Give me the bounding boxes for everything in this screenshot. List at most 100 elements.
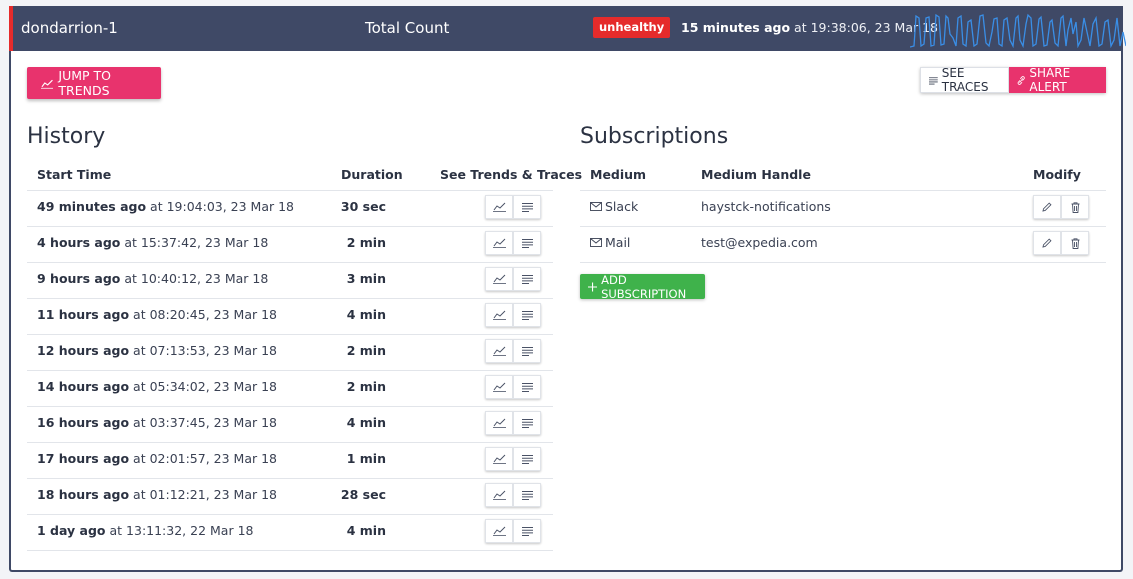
history-start-relative: 16 hours ago	[37, 415, 130, 430]
trends-button[interactable]	[485, 339, 513, 363]
link-icon	[1017, 75, 1025, 85]
subscription-medium: Mail	[590, 235, 630, 250]
plus-icon	[588, 281, 598, 292]
alert-name: dondarrion-1	[21, 19, 118, 37]
trends-icon	[492, 382, 506, 392]
traces-button[interactable]	[513, 375, 541, 399]
history-row-actions	[485, 231, 541, 255]
trends-button[interactable]	[485, 519, 513, 543]
sparkline-chart	[910, 13, 1126, 48]
trends-icon	[41, 79, 54, 89]
traces-icon	[521, 526, 533, 536]
history-start-time: 16 hours ago at 03:37:45, 23 Mar 18	[37, 415, 277, 430]
edit-subscription-button[interactable]	[1033, 195, 1061, 219]
history-start-relative: 4 hours ago	[37, 235, 121, 250]
history-start-relative: 18 hours ago	[37, 487, 130, 502]
history-title: History	[27, 124, 106, 149]
subscription-medium-label: Mail	[605, 235, 631, 250]
history-start-absolute: at 01:12:21, 23 Mar 18	[129, 487, 277, 502]
history-col-start-time: Start Time	[37, 167, 112, 182]
history-start-relative: 1 day ago	[37, 523, 106, 538]
subs-col-medium: Medium	[590, 167, 647, 182]
traces-icon	[521, 346, 533, 356]
see-traces-button[interactable]: SEE TRACES	[920, 66, 1009, 94]
traces-button[interactable]	[513, 447, 541, 471]
history-start-relative: 49 minutes ago	[37, 199, 147, 214]
trends-button[interactable]	[485, 483, 513, 507]
history-start-absolute: at 07:13:53, 23 Mar 18	[129, 343, 277, 358]
history-row-actions	[485, 195, 541, 219]
trends-button[interactable]	[485, 411, 513, 435]
history-start-time: 14 hours ago at 05:34:02, 23 Mar 18	[37, 379, 277, 394]
delete-subscription-button[interactable]	[1061, 195, 1089, 219]
history-row-actions	[485, 483, 541, 507]
alert-timestamp: 15 minutes ago at 19:38:06, 23 Mar 18	[681, 20, 938, 35]
trends-button[interactable]	[485, 267, 513, 291]
add-subscription-button[interactable]: ADD SUBSCRIPTION	[580, 272, 705, 301]
jump-to-trends-label: JUMP TO TRENDS	[58, 68, 111, 98]
traces-button[interactable]	[513, 231, 541, 255]
history-duration: 4 min	[346, 523, 386, 538]
traces-button[interactable]	[513, 303, 541, 327]
traces-icon	[521, 490, 533, 500]
traces-button[interactable]	[513, 483, 541, 507]
history-row: 9 hours ago at 10:40:12, 23 Mar 18 3 min	[27, 262, 553, 298]
see-traces-label: SEE TRACES	[941, 66, 989, 94]
history-start-time: 9 hours ago at 10:40:12, 23 Mar 18	[37, 271, 268, 286]
history-row-actions	[485, 447, 541, 471]
subscription-handle: test@expedia.com	[701, 235, 818, 250]
pencil-icon	[1042, 202, 1052, 212]
traces-button[interactable]	[513, 195, 541, 219]
row-divider	[580, 262, 1106, 263]
history-duration: 3 min	[346, 271, 386, 286]
history-start-absolute: at 05:34:02, 23 Mar 18	[129, 379, 277, 394]
history-col-trends-traces: See Trends & Traces	[440, 167, 583, 182]
history-row-actions	[485, 339, 541, 363]
history-start-time: 12 hours ago at 07:13:53, 23 Mar 18	[37, 343, 277, 358]
history-duration: 1 min	[346, 451, 386, 466]
history-duration: 2 min	[346, 379, 386, 394]
history-start-absolute: at 03:37:45, 23 Mar 18	[129, 415, 277, 430]
share-alert-button[interactable]: SHARE ALERT	[1009, 66, 1106, 94]
envelope-icon	[590, 202, 602, 211]
traces-icon	[929, 76, 938, 84]
history-row: 1 day ago at 13:11:32, 22 Mar 18 4 min	[27, 514, 553, 550]
traces-icon	[521, 310, 533, 320]
history-start-absolute: at 02:01:57, 23 Mar 18	[129, 451, 277, 466]
subscriptions-title: Subscriptions	[580, 124, 729, 149]
history-row: 14 hours ago at 05:34:02, 23 Mar 18 2 min	[27, 370, 553, 406]
edit-subscription-button[interactable]	[1033, 231, 1061, 255]
trash-icon	[1071, 237, 1080, 249]
delete-subscription-button[interactable]	[1061, 231, 1089, 255]
trends-icon	[492, 454, 506, 464]
history-start-time: 17 hours ago at 02:01:57, 23 Mar 18	[37, 451, 277, 466]
history-row: 11 hours ago at 08:20:45, 23 Mar 18 4 min	[27, 298, 553, 334]
jump-to-trends-button[interactable]: JUMP TO TRENDS	[27, 67, 161, 99]
history-start-relative: 14 hours ago	[37, 379, 130, 394]
subscription-row: Mail test@expedia.com	[580, 226, 1106, 262]
add-subscription-label: ADD SUBSCRIPTION	[601, 272, 687, 301]
row-divider	[27, 550, 553, 551]
history-duration: 2 min	[346, 343, 386, 358]
history-duration: 4 min	[346, 307, 386, 322]
trends-icon	[492, 310, 506, 320]
subs-col-modify: Modify	[1033, 167, 1081, 182]
status-badge: unhealthy	[593, 17, 671, 38]
traces-icon	[521, 202, 533, 212]
trends-button[interactable]	[485, 231, 513, 255]
subscription-medium-label: Slack	[605, 199, 639, 214]
traces-button[interactable]	[513, 411, 541, 435]
pencil-icon	[1042, 238, 1052, 248]
envelope-icon	[590, 238, 602, 247]
trends-button[interactable]	[485, 195, 513, 219]
traces-button[interactable]	[513, 267, 541, 291]
trends-button[interactable]	[485, 375, 513, 399]
traces-button[interactable]	[513, 339, 541, 363]
history-row-actions	[485, 375, 541, 399]
history-row: 49 minutes ago at 19:04:03, 23 Mar 18 30 …	[27, 190, 553, 226]
history-row: 16 hours ago at 03:37:45, 23 Mar 18 4 min	[27, 406, 553, 442]
trends-button[interactable]	[485, 303, 513, 327]
trends-button[interactable]	[485, 447, 513, 471]
history-row: 18 hours ago at 01:12:21, 23 Mar 18 28 se…	[27, 478, 553, 514]
traces-button[interactable]	[513, 519, 541, 543]
